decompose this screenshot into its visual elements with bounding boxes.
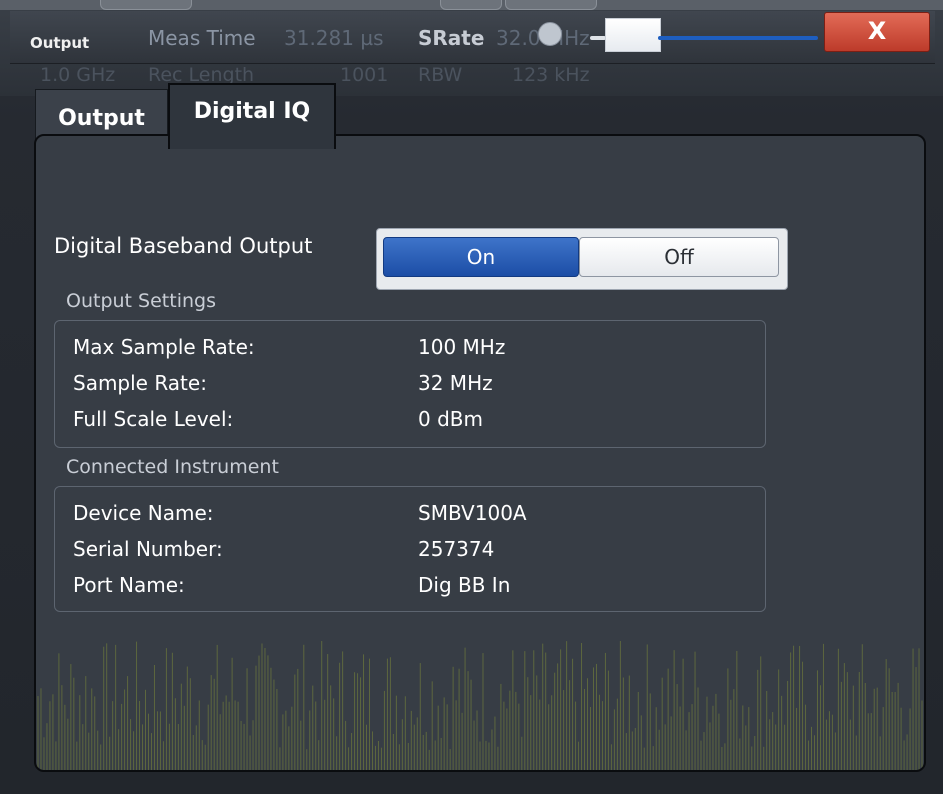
row-value: 100 MHz bbox=[418, 335, 506, 359]
background-toolbar-strip bbox=[0, 0, 943, 10]
analyzer-screen: Output Meas Time 31.281 µs SRate 32.0 MH… bbox=[0, 0, 943, 794]
transparency-slider-track-left[interactable] bbox=[590, 36, 606, 40]
output-settings-group: Max Sample Rate: 100 MHz Sample Rate: 32… bbox=[54, 320, 766, 448]
full-scale-level-row: Full Scale Level: 0 dBm bbox=[73, 407, 753, 441]
toggle-off-button[interactable]: Off bbox=[579, 237, 779, 277]
row-value: SMBV100A bbox=[418, 501, 527, 525]
connected-instrument-title: Connected Instrument bbox=[66, 456, 279, 478]
digital-iq-panel: Digital Baseband Output On Off Output Se… bbox=[34, 134, 926, 772]
digital-baseband-output-label: Digital Baseband Output bbox=[54, 234, 313, 258]
background-toolbar-shape bbox=[440, 0, 502, 10]
serial-number-row: Serial Number: 257374 bbox=[73, 537, 753, 571]
background-trace-noise bbox=[37, 641, 923, 770]
meas-time-label: Meas Time bbox=[148, 26, 256, 50]
meas-time-value: 31.281 µs bbox=[284, 26, 384, 50]
row-label: Max Sample Rate: bbox=[73, 335, 255, 359]
row-value: 257374 bbox=[418, 537, 495, 561]
srate-label: SRate bbox=[418, 26, 485, 50]
close-button[interactable]: X bbox=[824, 12, 930, 52]
port-name-row: Port Name: Dig BB In bbox=[73, 573, 753, 607]
tab-digital-iq[interactable]: Digital IQ bbox=[168, 83, 336, 149]
row-label: Full Scale Level: bbox=[73, 407, 234, 431]
transparency-slider-track[interactable] bbox=[658, 36, 818, 40]
row-label: Device Name: bbox=[73, 501, 214, 525]
max-sample-rate-row: Max Sample Rate: 100 MHz bbox=[73, 335, 753, 369]
transparency-slider-thumb[interactable] bbox=[605, 18, 661, 52]
row-value: 32 MHz bbox=[418, 371, 493, 395]
row-value: Dig BB In bbox=[418, 573, 511, 597]
dialog-title: Output bbox=[30, 34, 90, 52]
output-dialog: Output Digital IQ Digital Baseband Outpu… bbox=[12, 62, 938, 794]
row-value: 0 dBm bbox=[418, 407, 483, 431]
connected-instrument-group: Device Name: SMBV100A Serial Number: 257… bbox=[54, 486, 766, 612]
toggle-on-button[interactable]: On bbox=[383, 237, 579, 277]
row-label: Port Name: bbox=[73, 573, 185, 597]
row-label: Sample Rate: bbox=[73, 371, 207, 395]
digital-baseband-output-toggle: On Off bbox=[376, 228, 788, 290]
transparency-slider-handle-icon[interactable] bbox=[538, 22, 562, 46]
row-label: Serial Number: bbox=[73, 537, 223, 561]
device-name-row: Device Name: SMBV100A bbox=[73, 501, 753, 535]
background-toolbar-shape bbox=[100, 0, 192, 10]
background-toolbar-shape bbox=[505, 0, 597, 10]
sample-rate-row: Sample Rate: 32 MHz bbox=[73, 371, 753, 405]
output-settings-title: Output Settings bbox=[66, 290, 216, 312]
